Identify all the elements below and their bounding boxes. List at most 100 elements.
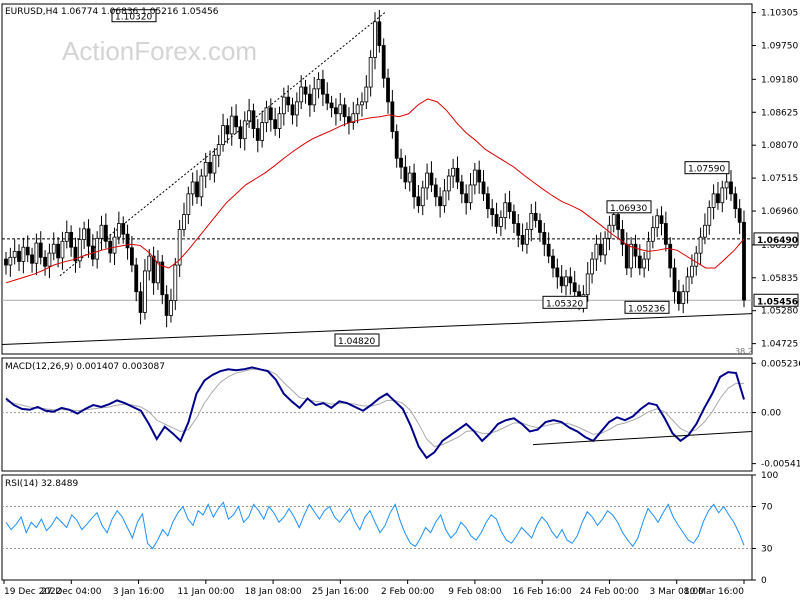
candle-body (329, 102, 334, 109)
candle-body (260, 122, 265, 141)
candle-body (294, 101, 299, 116)
price-annotation-label: 1.05236 (628, 304, 665, 314)
candle-body (624, 243, 629, 269)
x-tick-label: 3 Jan 16:00 (113, 587, 165, 597)
candle-body (203, 161, 208, 177)
candle-body (112, 236, 117, 254)
candle-body (82, 228, 87, 240)
candle-body (663, 223, 668, 245)
candle-body (542, 231, 547, 245)
candle-body (86, 228, 91, 247)
candle-body (464, 193, 469, 204)
x-tick-label: 24 Feb 00:00 (580, 587, 639, 597)
candle-body (681, 291, 686, 304)
candle-body (151, 255, 156, 284)
candle-body (147, 255, 152, 272)
x-tick-label: 16 Feb 16:00 (513, 587, 572, 597)
candle-body (134, 264, 139, 293)
candle-body (477, 169, 482, 183)
candle-body (668, 243, 673, 269)
candle-body (611, 214, 616, 226)
candle-body (143, 270, 147, 313)
candle-body (429, 172, 434, 186)
candle-body (672, 267, 677, 293)
candle-body (238, 126, 243, 140)
candle-body (17, 250, 21, 262)
candle-body (546, 243, 551, 257)
candle-body (633, 243, 638, 257)
watermark: ActionForex.com (62, 36, 257, 66)
candle-body (251, 110, 256, 129)
candle-body (255, 128, 260, 141)
y-tick-label: 1.07515 (761, 174, 798, 184)
y-tick-label: 1.09180 (761, 75, 798, 85)
price-chart-title: EURUSD,H4 1.06774 1.06836 1.05216 1.0545… (5, 7, 219, 17)
candle-body (451, 167, 456, 177)
candle-body (420, 187, 425, 207)
candle-body (138, 291, 143, 313)
candle-body (707, 207, 712, 226)
candle-body (468, 184, 473, 204)
candle-body (273, 119, 278, 129)
candle-body (364, 86, 369, 103)
y-tick-label: 1.10305 (761, 9, 798, 19)
candle-body (559, 276, 564, 287)
candle-body (529, 213, 534, 230)
level-price-tag: 1.06490 (757, 236, 798, 246)
y-tick-label: -0.005416 (761, 460, 800, 470)
x-tick-label: 9 Feb 08:00 (448, 587, 502, 597)
candle-body (555, 267, 560, 278)
candle-body (472, 169, 477, 186)
candle-body (164, 294, 169, 316)
candle-body (338, 104, 343, 115)
candle-body (729, 181, 733, 195)
candle-body (208, 161, 212, 174)
candle-body (8, 256, 13, 266)
candle-body (212, 154, 217, 174)
candle-body (525, 229, 529, 245)
candle-body (551, 255, 555, 269)
candle-body (490, 208, 495, 215)
y-tick-label: 0.005236 (761, 359, 800, 369)
candle-body (637, 255, 642, 269)
candle-body (129, 247, 134, 266)
candle-body (507, 202, 512, 213)
candle-body (694, 252, 699, 267)
candle-body (69, 231, 74, 248)
candle-body (368, 56, 373, 88)
x-tick-label: 25 Jan 16:00 (312, 587, 369, 597)
candle-body (247, 110, 252, 122)
candle-body (25, 246, 30, 256)
candle-body (51, 243, 56, 254)
candle-body (312, 88, 317, 106)
candle-body (446, 175, 451, 192)
y-tick-label: 30 (761, 545, 773, 555)
candle-body (698, 236, 703, 254)
candle-body (121, 223, 126, 235)
candle-body (485, 193, 490, 210)
candle-body (572, 282, 577, 293)
candle-body (399, 157, 403, 168)
price-annotation-label: 1.06930 (610, 204, 647, 214)
candle-body (616, 214, 621, 230)
x-tick-label: 18 Jan 08:00 (245, 587, 302, 597)
forex-chart: 1.10305 1.09750 1.09180 1.08625 1.08070 1.075… (0, 0, 800, 600)
candle-body (169, 300, 173, 316)
candle-body (590, 258, 594, 275)
candle-body (4, 258, 8, 266)
candle-body (650, 227, 655, 242)
candle-body (242, 120, 247, 140)
candle-body (99, 224, 104, 239)
candle-body (412, 172, 416, 198)
candle-body (307, 93, 312, 106)
candle-body (373, 21, 377, 58)
candle-body (438, 196, 443, 207)
candle-body (494, 214, 499, 227)
candle-body (334, 107, 338, 115)
candle-body (47, 252, 52, 267)
candle-body (38, 242, 43, 258)
candle-body (355, 104, 360, 115)
x-tick-label: 11 Jan 00:00 (177, 587, 234, 597)
candle-body (585, 273, 590, 296)
candle-body (629, 243, 634, 269)
